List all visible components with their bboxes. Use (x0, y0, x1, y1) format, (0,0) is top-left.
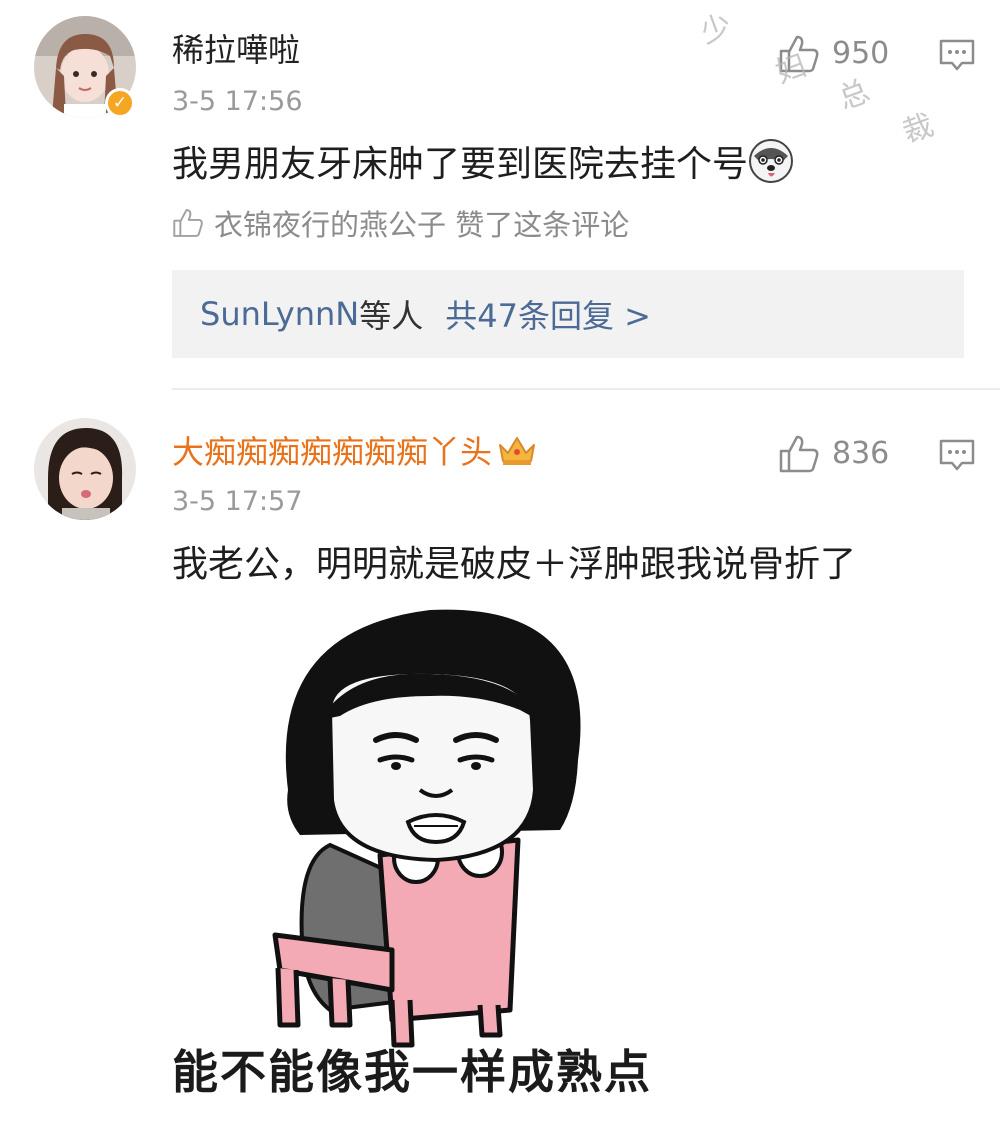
username[interactable]: 大痴痴痴痴痴痴痴丫头 (172, 432, 538, 472)
like-count: 950 (832, 36, 890, 71)
comment-text: 我老公，明明就是破皮＋浮肿跟我说骨折了 (172, 544, 857, 585)
husky-face-emoji (749, 139, 794, 183)
liked-by-text: 衣锦夜行的燕公子 赞了这条评论 (214, 208, 630, 242)
comment-reply-icon[interactable] (938, 38, 976, 72)
reply-names-suffix: 等人 (359, 297, 424, 335)
avatar[interactable] (34, 418, 136, 520)
like-button[interactable]: 836 (778, 434, 889, 474)
like-count: 836 (832, 436, 890, 471)
divider (172, 388, 1000, 390)
thumbs-up-icon (779, 435, 819, 473)
username[interactable]: 稀拉嘩啦 (172, 30, 300, 70)
meme-caption: 能不能像我一样成熟点 (172, 1045, 652, 1099)
liked-by-note[interactable]: 衣锦夜行的燕公子 赞了这条评论 (172, 202, 629, 244)
reply-count-link[interactable]: 共47条回复 > (445, 291, 651, 337)
reply-user-names[interactable]: SunLynnN (200, 295, 359, 333)
crown-icon (499, 437, 536, 465)
verified-badge-icon: ✓ (105, 88, 135, 118)
username-text[interactable]: 大痴痴痴痴痴痴痴丫头 (172, 433, 492, 471)
thumbs-up-icon (173, 209, 203, 237)
comment-item: ✓ 稀拉嘩啦 3-5 17:56 950 我男朋友牙床肿了要到医院去挂个号 衣锦… (0, 0, 1000, 390)
timestamp: 3-5 17:56 (172, 86, 303, 117)
timestamp: 3-5 17:57 (172, 486, 303, 517)
comment-text: 我男朋友牙床肿了要到医院去挂个号 (172, 138, 794, 188)
replies-summary[interactable]: SunLynnN 等人 共47条回复 > (172, 270, 964, 358)
comment-reply-icon[interactable] (938, 438, 976, 472)
